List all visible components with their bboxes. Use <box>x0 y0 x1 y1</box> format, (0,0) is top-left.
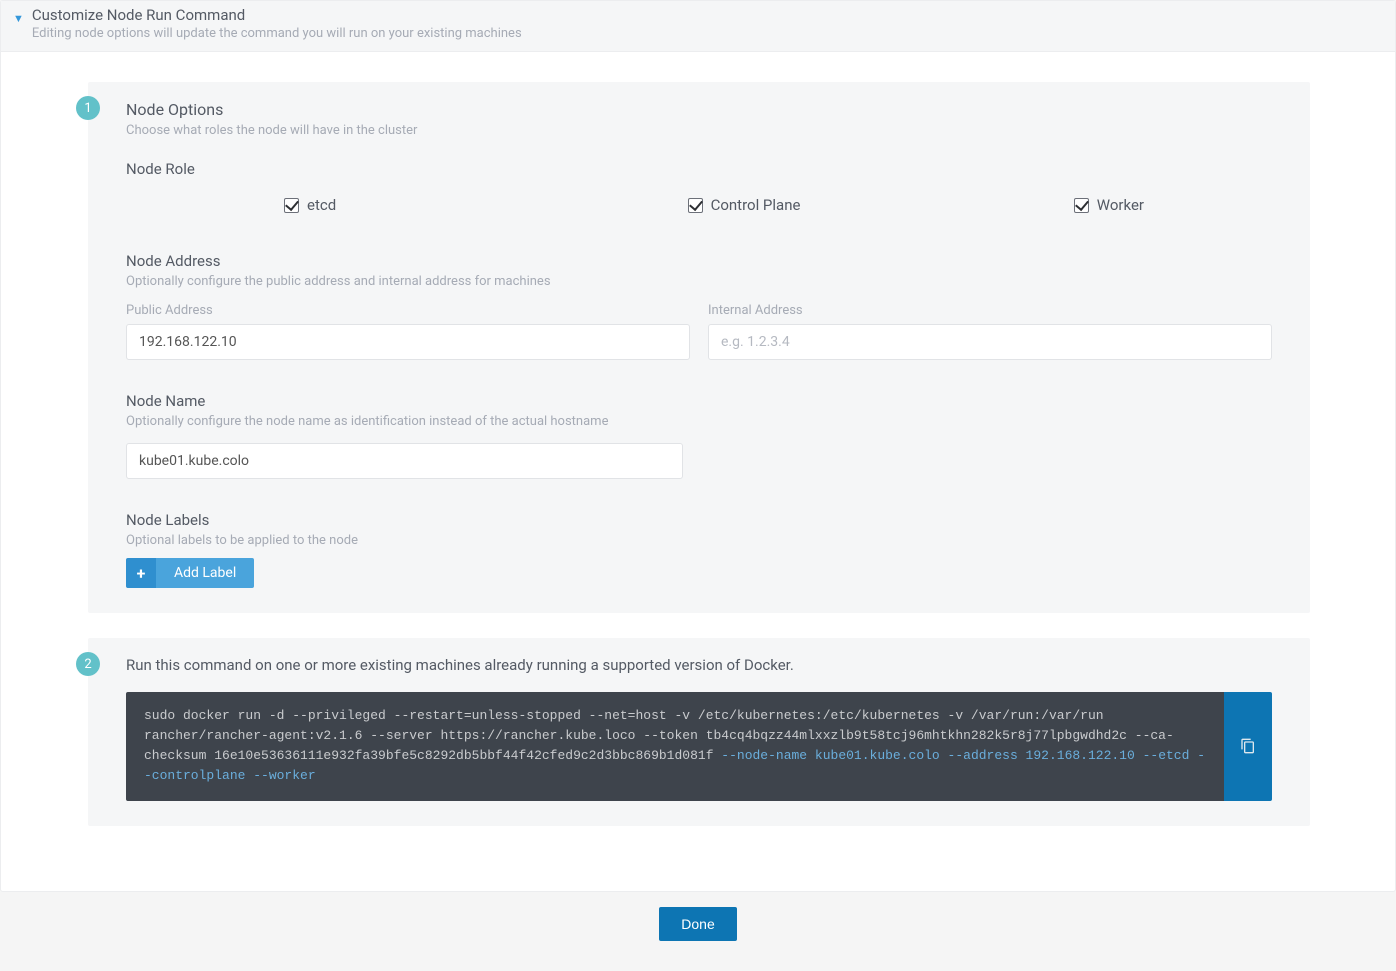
worker-checkbox[interactable] <box>1074 198 1089 213</box>
node-address-label: Node Address <box>126 252 1272 270</box>
header-title: Customize Node Run Command <box>32 6 522 24</box>
step-1-panel: 1 Node Options Choose what roles the nod… <box>88 82 1310 613</box>
node-address-desc: Optionally configure the public address … <box>126 274 1272 289</box>
add-label-button-text: Add Label <box>156 558 254 588</box>
control-plane-label: Control Plane <box>711 196 801 214</box>
step-2-panel: 2 Run this command on one or more existi… <box>88 638 1310 826</box>
command-output[interactable]: sudo docker run -d --privileged --restar… <box>126 692 1224 801</box>
node-options-title: Node Options <box>126 100 1272 119</box>
header-subtitle: Editing node options will update the com… <box>32 26 522 41</box>
collapse-caret-icon[interactable]: ▼ <box>13 12 24 25</box>
step-2-badge: 2 <box>76 652 100 676</box>
node-role-label: Node Role <box>126 160 1272 178</box>
node-options-desc: Choose what roles the node will have in … <box>126 123 1272 138</box>
node-labels-desc: Optional labels to be applied to the nod… <box>126 533 1272 548</box>
step-1-badge: 1 <box>76 96 100 120</box>
public-address-input[interactable] <box>126 324 690 360</box>
node-labels-label: Node Labels <box>126 511 1272 529</box>
copy-command-button[interactable] <box>1224 692 1272 801</box>
cmd-node-name: --node-name kube01.kube.colo <box>721 748 939 763</box>
etcd-label: etcd <box>307 196 336 214</box>
run-command-title: Run this command on one or more existing… <box>126 656 1272 674</box>
cmd-seg-2 <box>940 748 948 763</box>
done-button[interactable]: Done <box>659 907 736 941</box>
cmd-seg-3 <box>1135 748 1143 763</box>
cmd-address: --address 192.168.122.10 <box>948 748 1135 763</box>
etcd-checkbox[interactable] <box>284 198 299 213</box>
internal-address-label: Internal Address <box>708 303 1272 318</box>
add-label-button[interactable]: + Add Label <box>126 558 254 588</box>
internal-address-input[interactable] <box>708 324 1272 360</box>
node-name-desc: Optionally configure the node name as id… <box>126 414 1272 429</box>
public-address-label: Public Address <box>126 303 690 318</box>
worker-label: Worker <box>1097 196 1144 214</box>
plus-icon: + <box>126 558 156 588</box>
node-name-input[interactable] <box>126 443 683 479</box>
section-header[interactable]: ▼ Customize Node Run Command Editing nod… <box>1 1 1395 52</box>
node-name-label: Node Name <box>126 392 1272 410</box>
clipboard-icon <box>1240 736 1256 756</box>
control-plane-checkbox[interactable] <box>688 198 703 213</box>
